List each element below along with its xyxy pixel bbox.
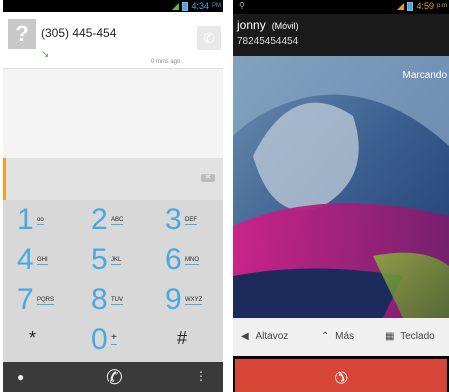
dial-key-7[interactable]: 7 PQRS xyxy=(3,280,75,320)
call-log-time: 0 mins ago xyxy=(151,59,181,65)
speaker-label: Altavoz xyxy=(255,331,289,342)
wallpaper-graphic xyxy=(233,56,449,318)
in-call-screen: ⚲ 4:59 p.m jonny (Móvil) 78245454454 Mar… xyxy=(233,0,449,392)
usb-icon: ⚲ xyxy=(239,1,245,10)
dialpad-keys: 1 oo 2 ABC 3 DEF 4 GHI 5 JKL 6 MNO 7 PQR… xyxy=(3,200,223,362)
dial-key-0[interactable]: 0 + xyxy=(77,320,149,360)
dial-key-symbol: * xyxy=(29,328,37,348)
dial-key-9[interactable]: 9 WXYZ xyxy=(151,280,223,320)
call-back-button[interactable]: ✆ xyxy=(197,26,221,50)
bottom-action-bar: ● ✆ ⋮ xyxy=(3,362,223,392)
dial-key-8[interactable]: 8 TUV xyxy=(77,280,149,320)
call-actions-bar: ◀ Altavoz ⌃ Más ▦ Teclado xyxy=(233,318,449,356)
incoming-call-icon: ↘ xyxy=(41,49,50,60)
dial-key-digit: 7 xyxy=(17,283,34,316)
more-button[interactable]: ⌃ Más xyxy=(321,331,354,342)
dial-key-letters: PQRS xyxy=(37,297,55,305)
voicemail-icon: oo xyxy=(37,217,44,225)
phone-icon: ✆ xyxy=(203,30,215,46)
contact-avatar[interactable]: ? xyxy=(8,19,36,49)
dial-key-digit: 1 xyxy=(17,203,34,236)
dial-key-letters: MNO xyxy=(185,257,199,265)
speaker-button[interactable]: ◀ Altavoz xyxy=(241,331,288,342)
contact-number: 78245454454 xyxy=(237,36,299,47)
dial-key-digit: 4 xyxy=(17,243,34,276)
dial-key-4[interactable]: 4 GHI xyxy=(3,240,75,280)
status-bar: ⚲ 4:59 p.m xyxy=(233,0,449,12)
signal-icon xyxy=(397,2,405,10)
dial-key-digit: 8 xyxy=(91,283,108,316)
keypad-button[interactable]: ▦ Teclado xyxy=(385,331,435,342)
status-time: 4:34 xyxy=(191,1,209,11)
dial-key-letters: + xyxy=(111,332,117,345)
dial-key-digit: 0 xyxy=(91,323,108,356)
dial-key-letters: DEF xyxy=(185,217,197,225)
call-log-entry[interactable]: ? (305) 445-454 ↘ 0 mins ago ✆ xyxy=(3,12,223,69)
speaker-icon: ◀ xyxy=(241,331,249,342)
overflow-menu-icon[interactable]: ⋮ xyxy=(195,369,207,383)
dial-key-digit: 6 xyxy=(165,243,182,276)
keypad-icon: ▦ xyxy=(385,331,395,342)
dialpad: ✕ 1 oo 2 ABC 3 DEF 4 GHI 5 JKL 6 MNO 7 P… xyxy=(3,158,223,362)
end-call-icon: ✆ xyxy=(329,365,352,388)
dial-key-digit: 5 xyxy=(91,243,108,276)
call-wallpaper: Marcando xyxy=(233,56,449,318)
contacts-icon[interactable]: ● xyxy=(17,370,24,384)
dial-key-digit: 2 xyxy=(91,203,108,236)
chevron-up-icon: ⌃ xyxy=(321,331,330,342)
dial-key-digit: 9 xyxy=(165,283,182,316)
end-call-button[interactable]: ✆ xyxy=(235,359,447,392)
dial-key-letters: ABC xyxy=(111,217,124,225)
dial-key-6[interactable]: 6 MNO xyxy=(151,240,223,280)
status-ampm: p.m xyxy=(436,3,447,9)
dial-key-letters: GHI xyxy=(37,257,48,265)
contact-type: (Móvil) xyxy=(271,21,299,31)
call-header: jonny (Móvil) 78245454454 xyxy=(233,14,449,56)
dial-key-hash[interactable]: # xyxy=(151,320,223,360)
dialer-screen: 4:34 PM ? (305) 445-454 ↘ 0 mins ago ✆ ✕… xyxy=(3,0,223,392)
status-time: 4:59 xyxy=(416,1,434,11)
dial-key-1[interactable]: 1 oo xyxy=(3,200,75,240)
backspace-icon[interactable]: ✕ xyxy=(201,174,215,182)
contact-name: jonny xyxy=(237,18,266,32)
dial-key-letters: WXYZ xyxy=(185,297,203,305)
dial-key-star[interactable]: * xyxy=(3,320,75,360)
dial-key-symbol: # xyxy=(177,328,188,348)
dial-key-3[interactable]: 3 DEF xyxy=(151,200,223,240)
dial-key-2[interactable]: 2 ABC xyxy=(77,200,149,240)
dial-key-letters: TUV xyxy=(111,297,123,305)
dial-call-button[interactable]: ✆ xyxy=(106,365,123,390)
battery-icon xyxy=(407,1,414,11)
contact-name-line: jonny (Móvil) xyxy=(237,18,299,32)
dial-key-5[interactable]: 5 JKL xyxy=(77,240,149,280)
status-ampm: PM xyxy=(212,3,221,9)
status-bar: 4:34 PM xyxy=(3,0,223,12)
dial-key-digit: 3 xyxy=(165,203,182,236)
more-label: Más xyxy=(335,331,355,342)
digits-input[interactable]: ✕ xyxy=(3,158,223,200)
call-status: Marcando xyxy=(402,70,447,81)
dial-key-letters: JKL xyxy=(111,257,122,265)
call-log-number: (305) 445-454 xyxy=(41,26,117,40)
signal-icon xyxy=(172,2,180,10)
keypad-label: Teclado xyxy=(400,331,435,342)
battery-icon xyxy=(182,1,189,11)
